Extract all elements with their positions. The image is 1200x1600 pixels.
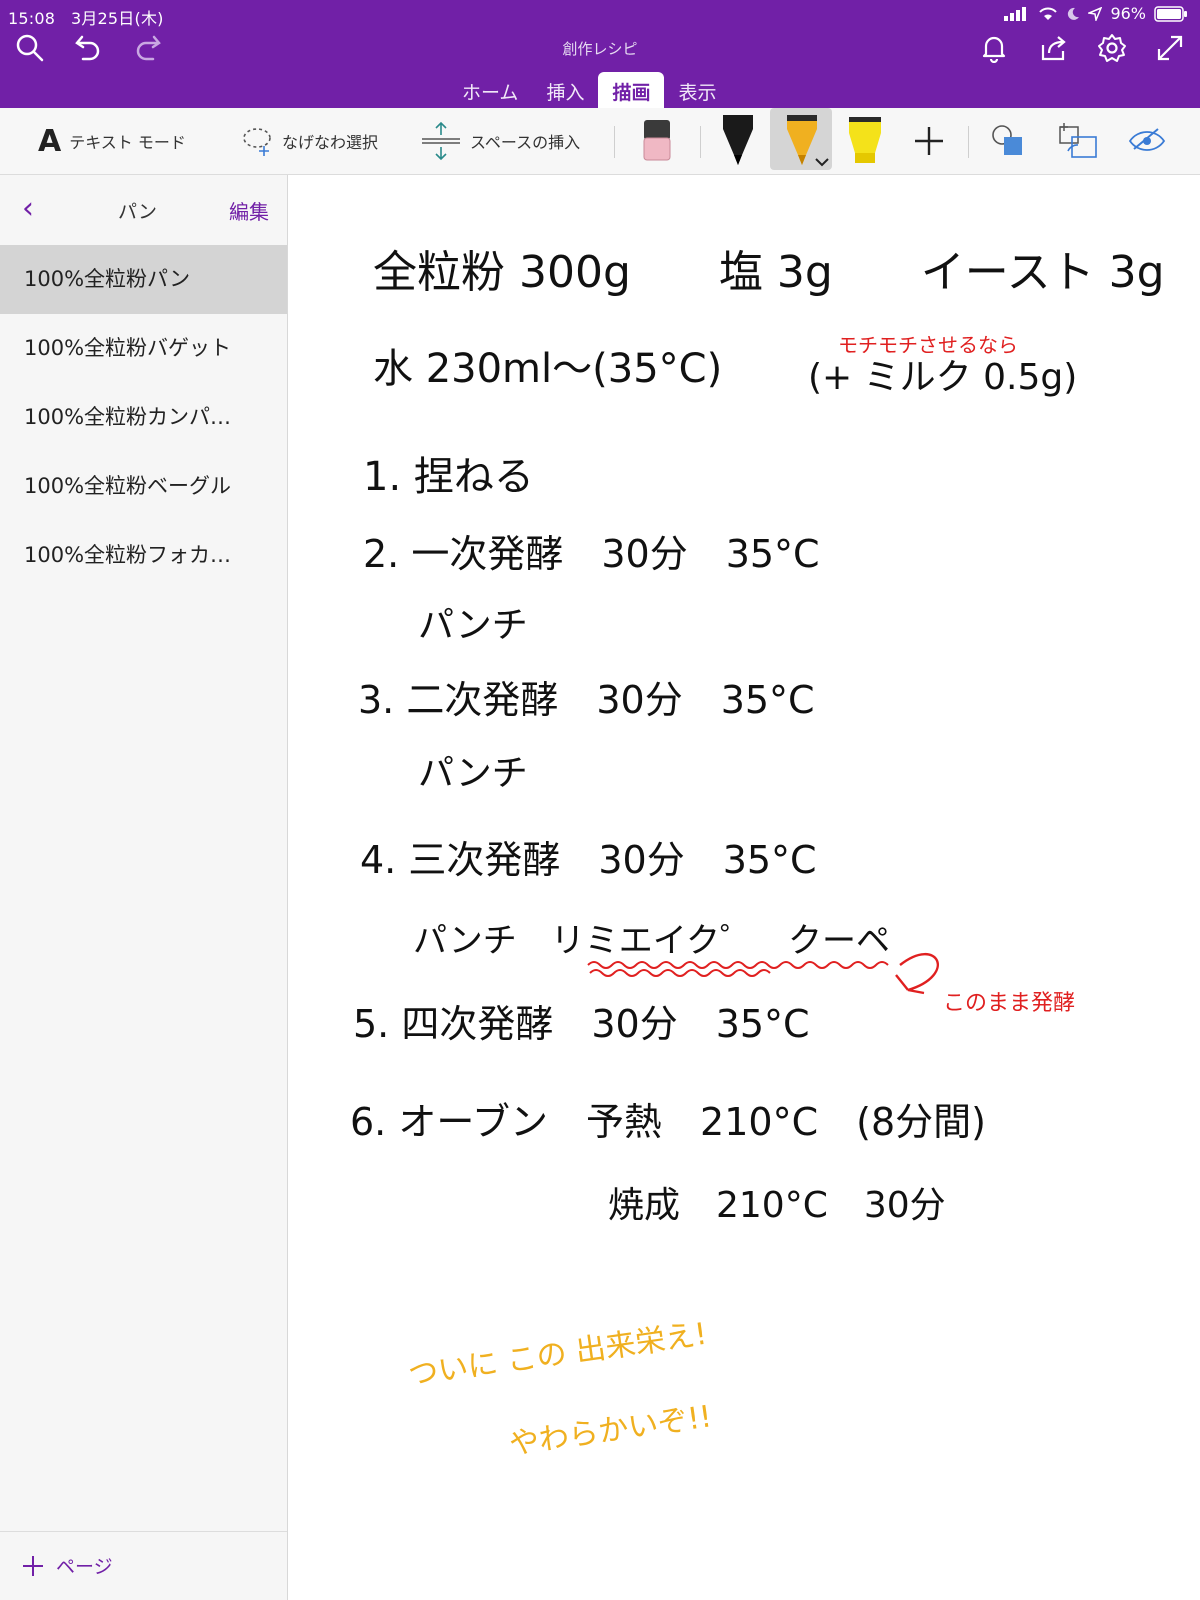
ink-step-5: 5. 四次発酵 30分 35°C bbox=[353, 1002, 810, 1046]
pen-black-button[interactable] bbox=[718, 108, 758, 174]
add-page-button[interactable]: ページ bbox=[22, 1552, 113, 1579]
convert-icon bbox=[1059, 123, 1097, 158]
ink-punch: パンチ bbox=[418, 753, 528, 794]
edit-button[interactable]: 編集 bbox=[229, 196, 269, 225]
fullscreen-icon[interactable] bbox=[1150, 28, 1190, 68]
eraser-icon bbox=[643, 120, 671, 161]
pen-black-icon bbox=[723, 115, 753, 165]
eye-pen-icon bbox=[1128, 128, 1166, 151]
ink-step-6: 6. オーブン 予熱 210°C (8分間) bbox=[350, 1100, 986, 1144]
text-mode-button[interactable]: A テキスト モード bbox=[38, 108, 186, 174]
plus-icon bbox=[23, 1555, 43, 1576]
add-page-label: ページ bbox=[56, 1556, 113, 1578]
tab-insert[interactable]: 挿入 bbox=[532, 72, 598, 108]
ink-step-4: 4. 三次発酵 30分 35°C bbox=[360, 838, 817, 882]
insert-space-label: スペースの挿入 bbox=[470, 133, 581, 152]
bell-icon[interactable] bbox=[974, 28, 1014, 68]
insert-space-button[interactable]: スペースの挿入 bbox=[420, 108, 580, 174]
status-indicators: 96% bbox=[1004, 4, 1188, 23]
page-item[interactable]: 100%全粒粉フォカ… bbox=[0, 521, 287, 590]
ink-milk: (+ ミルク 0.5g) bbox=[808, 357, 1077, 398]
ink-punch-shape: パンチ リミエイク゜ クーペ bbox=[413, 921, 890, 961]
toolbar-divider bbox=[614, 126, 615, 158]
wifi-icon bbox=[1039, 7, 1058, 20]
status-time: 15:08 bbox=[8, 9, 56, 28]
ink-ingredients-line1: 全粒粉 300g 塩 3g イースト 3g bbox=[373, 247, 1165, 298]
status-time-date: 15:08 3月25日(木) bbox=[8, 5, 164, 29]
toolbar-divider bbox=[968, 126, 969, 158]
page-sidebar: ‹ パン 編集 100%全粒粉パン 100%全粒粉バゲット 100%全粒粉カンパ… bbox=[0, 175, 288, 1600]
ink-milk-note: モチモチさせるなら bbox=[838, 333, 1018, 357]
ink-red-arrow bbox=[895, 953, 939, 995]
status-date: 3月25日(木) bbox=[70, 9, 164, 28]
page-item[interactable]: 100%全粒粉ベーグル bbox=[0, 452, 287, 521]
note-canvas[interactable]: 全粒粉 300g 塩 3g イースト 3g 水 230ml〜(35°C) モチモ… bbox=[288, 175, 1200, 1600]
chevron-down-icon[interactable] bbox=[814, 156, 830, 168]
location-icon bbox=[1088, 6, 1103, 21]
shapes-icon bbox=[992, 125, 1022, 155]
ink-to-text-button[interactable] bbox=[1058, 108, 1098, 174]
lasso-icon bbox=[243, 128, 271, 156]
share-icon[interactable] bbox=[1034, 28, 1074, 68]
ink-red-underline bbox=[589, 969, 771, 977]
notebook-title: 創作レシピ bbox=[562, 40, 638, 58]
battery-icon bbox=[1154, 5, 1187, 22]
ink-layer: 全粒粉 300g 塩 3g イースト 3g 水 230ml〜(35°C) モチモ… bbox=[350, 247, 1165, 1462]
ink-ingredients-line2: 水 230ml〜(35°C) bbox=[373, 346, 722, 392]
add-pen-button[interactable] bbox=[912, 108, 946, 174]
page-list: 100%全粒粉パン 100%全粒粉バゲット 100%全粒粉カンパ… 100%全粒… bbox=[0, 245, 287, 590]
sidebar-footer: ページ bbox=[0, 1531, 287, 1600]
ink-side-note: このまま発酵 bbox=[943, 991, 1075, 1016]
signal-icon bbox=[1004, 6, 1027, 21]
battery-percent: 96% bbox=[1110, 4, 1146, 23]
page-item[interactable]: 100%全粒粉バゲット bbox=[0, 314, 287, 383]
ink-comment-1: ついに この 出来栄え! bbox=[406, 1317, 709, 1394]
sidebar-header: ‹ パン 編集 bbox=[0, 175, 287, 243]
ink-punch: パンチ bbox=[418, 605, 528, 646]
ink-comment-2: やわらかいぞ!! bbox=[507, 1399, 714, 1462]
tab-home[interactable]: ホーム bbox=[448, 72, 532, 108]
highlighter-button[interactable] bbox=[845, 108, 885, 174]
highlighter-icon bbox=[849, 117, 881, 163]
text-mode-label: テキスト モード bbox=[69, 133, 186, 152]
lasso-label: なげなわ選択 bbox=[282, 133, 379, 152]
ink-to-shape-button[interactable] bbox=[990, 108, 1026, 174]
page-item[interactable]: 100%全粒粉カンパ… bbox=[0, 383, 287, 452]
ink-red-underline bbox=[587, 961, 889, 969]
plus-icon bbox=[915, 127, 943, 155]
ink-step-1: 1. 捏ねる bbox=[363, 454, 534, 500]
moon-icon bbox=[1068, 7, 1080, 20]
eraser-button[interactable] bbox=[640, 108, 674, 174]
toolbar-divider bbox=[700, 126, 701, 158]
page-item[interactable]: 100%全粒粉パン bbox=[0, 245, 287, 314]
lasso-select-button[interactable]: なげなわ選択 bbox=[240, 108, 378, 174]
ink-step-2: 2. 一次発酵 30分 35°C bbox=[363, 532, 820, 576]
ink-step-3: 3. 二次発酵 30分 35°C bbox=[358, 678, 815, 722]
insert-space-icon bbox=[422, 121, 460, 161]
gear-icon[interactable] bbox=[1092, 28, 1132, 68]
tab-draw[interactable]: 描画 bbox=[598, 72, 665, 110]
ink-replay-button[interactable] bbox=[1128, 108, 1166, 174]
app-header: 15:08 3月25日(木) 96% 創作レシピ ホーム 挿入 描画 表示 bbox=[0, 0, 1200, 110]
tab-view[interactable]: 表示 bbox=[664, 72, 730, 108]
ribbon-tabs: ホーム 挿入 描画 表示 bbox=[448, 72, 730, 110]
ink-bake: 焼成 210°C 30分 bbox=[608, 1185, 946, 1226]
text-mode-icon: A bbox=[38, 123, 62, 159]
